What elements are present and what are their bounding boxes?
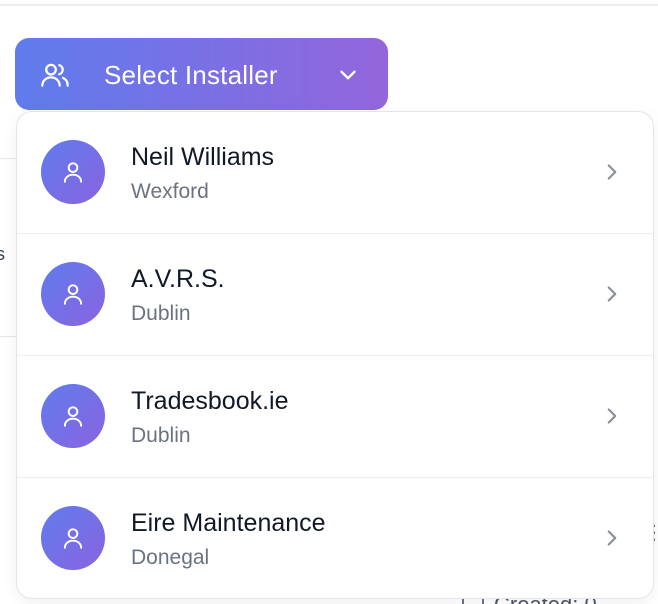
chevron-right-icon (607, 164, 617, 180)
top-border (0, 4, 658, 6)
installer-option[interactable]: Eire Maintenance Donegal (17, 478, 653, 598)
background-divider (0, 158, 16, 159)
select-installer-label: Select Installer (104, 60, 278, 90)
installer-location: Donegal (131, 546, 210, 569)
user-icon (63, 406, 83, 427)
chevron-right-icon (607, 530, 617, 546)
avatar (41, 506, 105, 570)
installer-location: Dublin (131, 424, 191, 447)
installer-name: A.V.R.S. (131, 265, 225, 293)
chevron-down-icon (340, 70, 356, 80)
installer-option[interactable]: A.V.R.S. Dublin (17, 234, 653, 356)
background-divider (0, 336, 16, 337)
user-icon (63, 162, 83, 183)
user-icon (63, 528, 83, 549)
installer-dropdown: Neil Williams Wexford A.V.R.S. Dublin Tr… (16, 111, 654, 599)
installer-location: Dublin (131, 302, 191, 325)
chevron-right-icon (607, 408, 617, 424)
chevron-right-icon (607, 286, 617, 302)
users-icon (41, 63, 69, 87)
page: s ⋮ Created: 0 Select Installer Neil Wil… (0, 0, 658, 604)
installer-location: Wexford (131, 180, 209, 203)
avatar (41, 262, 105, 326)
avatar (41, 384, 105, 448)
installer-option[interactable]: Neil Williams Wexford (17, 112, 653, 234)
avatar (41, 140, 105, 204)
installer-name: Neil Williams (131, 143, 275, 171)
installer-option[interactable]: Tradesbook.ie Dublin (17, 356, 653, 478)
user-icon (63, 284, 83, 305)
installer-name: Tradesbook.ie (131, 387, 289, 415)
background-text-fragment: s (0, 244, 5, 264)
installer-name: Eire Maintenance (131, 509, 326, 537)
select-installer-button[interactable]: Select Installer (15, 38, 388, 110)
